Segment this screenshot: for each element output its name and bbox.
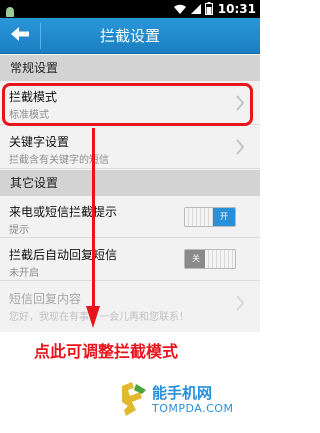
toggle-knob [205, 250, 235, 268]
annotation-arrow-line [92, 128, 95, 312]
annotation-area: 点此可调整拦截模式 能手机网 TOMPDA.COM [0, 332, 260, 433]
watermark-url: TOMPDA.COM [152, 402, 234, 415]
notify-toggle[interactable]: 开 [184, 207, 236, 227]
auto-reply-toggle[interactable]: 关 [184, 249, 236, 269]
section-header-general: 常规设置 [0, 55, 260, 81]
annotation-highlight-box [2, 83, 253, 126]
toggle-knob [185, 208, 215, 226]
auto-reply-row: 拦截后自动回复短信 未开启 关 [0, 238, 260, 281]
logo-mark-icon [118, 380, 148, 420]
keyword-settings-row[interactable]: 关键字设置 拦截含有关键字的短信 [0, 125, 260, 169]
toggle-on-label: 开 [213, 208, 235, 226]
status-bar: 10:31 [0, 0, 260, 18]
notify-title: 来电或短信拦截提示 [9, 205, 118, 219]
auto-reply-subtitle: 未开启 [9, 268, 39, 279]
chevron-right-icon [236, 295, 245, 315]
annotation-arrow-head [86, 306, 100, 328]
battery-icon [204, 0, 213, 19]
section-header-other: 其它设置 [0, 170, 260, 196]
reply-content-title: 短信回复内容 [9, 292, 82, 306]
watermark-logo: 能手机网 TOMPDA.COM [118, 380, 248, 420]
auto-reply-title: 拦截后自动回复短信 [9, 248, 118, 262]
toggle-off-label: 关 [185, 250, 207, 268]
notify-subtitle: 提示 [9, 225, 29, 236]
wifi-icon [173, 0, 187, 19]
signal-icon [190, 0, 202, 19]
chevron-right-icon [236, 139, 245, 159]
page-title: 拦截设置 [99, 27, 160, 45]
status-time: 10:31 [217, 2, 256, 16]
intercept-notify-row: 来电或短信拦截提示 提示 开 [0, 196, 260, 238]
keyword-title: 关键字设置 [9, 135, 70, 149]
reply-content-row[interactable]: 短信回复内容 您好，我现在有事，一会儿再和您联系！ [0, 281, 260, 326]
annotation-caption: 点此可调整拦截模式 [34, 342, 179, 361]
title-bar: 拦截设置 [0, 18, 260, 54]
watermark-name: 能手机网 [152, 384, 213, 402]
